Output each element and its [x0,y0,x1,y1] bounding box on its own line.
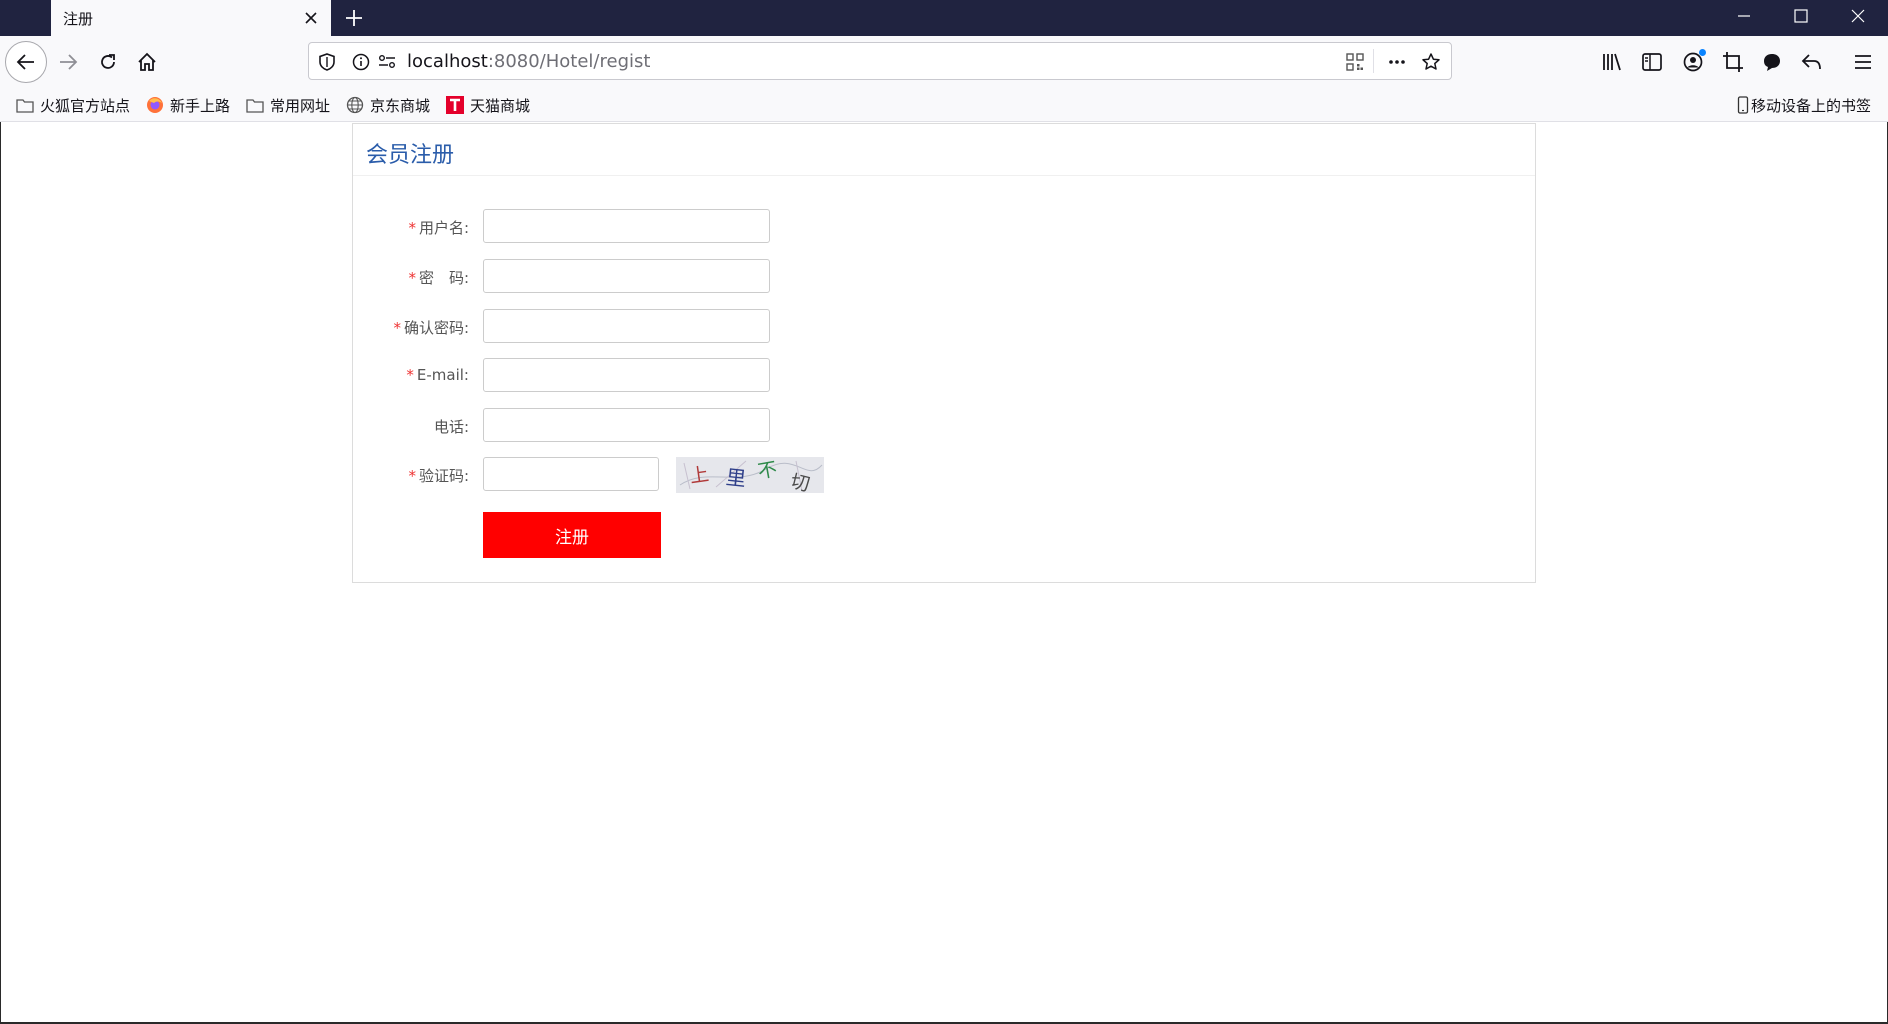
svg-text:上: 上 [688,463,710,487]
password-input[interactable] [483,259,770,293]
bookmarks-toolbar: 火狐官方站点 新手上路 常用网址 京东商城 天猫商城 移动设备上的书签 [0,88,1888,122]
window-border-left [0,122,1,1024]
url-separator [1373,49,1374,73]
email-label: * E-mail: [406,366,469,384]
captcha-label: * 验证码: [408,467,469,485]
captcha-input[interactable] [483,457,659,491]
chat-bubble-icon[interactable] [1760,50,1784,74]
close-window-icon[interactable] [1830,0,1886,32]
title-bar: 注册 [0,0,1888,36]
username-label: * 用户名: [408,219,469,237]
back-button[interactable] [5,41,47,83]
shield-icon[interactable] [317,52,337,72]
phone-label: 电话: [433,418,469,436]
url-bar[interactable]: localhost:8080/Hotel/regist [308,42,1452,80]
undo-arrow-icon[interactable] [1800,50,1824,74]
confirm-password-row: * 确认密码: [353,309,1535,343]
close-tab-icon[interactable] [297,4,325,32]
confirm-password-input[interactable] [483,309,770,343]
qr-code-icon[interactable] [1345,52,1365,72]
phone-row: 电话: [353,408,1535,442]
menu-icon[interactable] [1851,50,1875,74]
username-row: * 用户名: [353,209,1535,243]
username-input[interactable] [483,209,770,243]
permissions-icon[interactable] [377,52,397,72]
tab-regist[interactable]: 注册 [51,0,331,36]
page-title: 会员注册 [366,143,455,168]
password-label: * 密 码: [408,269,469,287]
email-input[interactable] [483,358,770,392]
globe-icon [346,96,364,114]
home-icon[interactable] [129,44,165,80]
svg-text:不: 不 [756,458,779,483]
password-row: * 密 码: [353,259,1535,293]
new-tab-icon[interactable] [338,2,370,34]
bookmark-star-icon[interactable] [1421,52,1441,72]
tmall-icon [446,96,464,114]
reload-icon[interactable] [90,44,126,80]
register-panel: 会员注册 * 用户名: * 密 码: * 确认密码: * E-mail: 电话: * 验证… [352,123,1536,583]
maximize-icon[interactable] [1773,0,1829,32]
confirm-password-label: * 确认密码: [393,319,469,337]
url-text: localhost:8080/Hotel/regist [407,51,651,72]
more-actions-icon[interactable] [1387,52,1407,72]
sync-status-dot [1699,49,1706,56]
sidebar-icon[interactable] [1640,50,1664,74]
folder-icon [16,96,34,114]
forward-button[interactable] [50,44,86,80]
captcha-row: * 验证码: 上 里 不 切 [353,457,1535,493]
phone-icon [1737,96,1749,114]
screenshot-crop-icon[interactable] [1721,50,1745,74]
email-row: * E-mail: [353,358,1535,392]
register-button[interactable]: 注册 [483,512,661,558]
info-icon[interactable] [351,52,371,72]
navigation-bar: localhost:8080/Hotel/regist [0,36,1888,88]
captcha-image[interactable]: 上 里 不 切 [676,457,824,493]
firefox-icon [146,96,164,114]
folder-icon [246,96,264,114]
panel-header: 会员注册 [353,124,1535,176]
svg-text:里: 里 [725,465,747,491]
phone-input[interactable] [483,408,770,442]
tab-title: 注册 [63,10,94,28]
minimize-icon[interactable] [1716,0,1772,32]
library-icon[interactable] [1600,50,1624,74]
